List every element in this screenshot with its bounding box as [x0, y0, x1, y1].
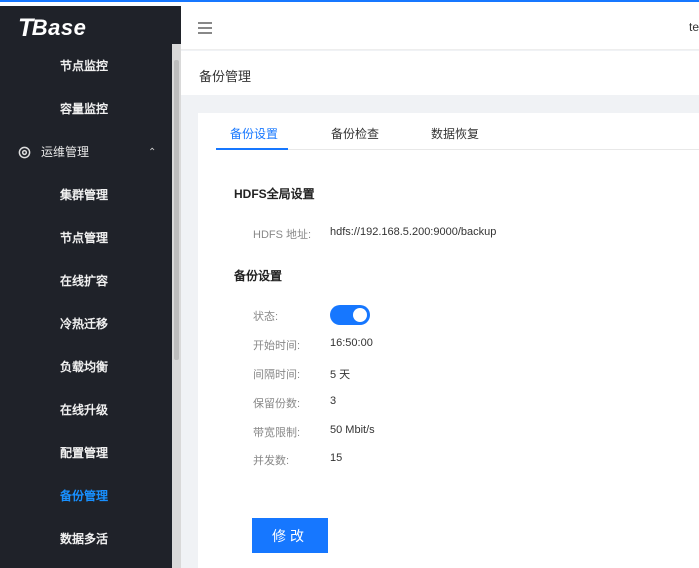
status-toggle[interactable]	[330, 305, 370, 325]
page-header: 备份管理	[181, 51, 699, 95]
backup-section-title: 备份设置	[234, 269, 283, 283]
sidebar-group-ops[interactable]: 运维管理 ⌃	[0, 131, 172, 174]
app-logo[interactable]: T Base	[0, 6, 181, 50]
sidebar-item-online-expand[interactable]: 在线扩容	[0, 260, 172, 303]
retain-value: 3	[330, 395, 337, 407]
sidebar: T Base 节点监控 容量监控 运维管理 ⌃ 集群管理 节点管理 在线扩容 冷…	[0, 6, 181, 568]
sidebar-item-config[interactable]: 配置管理	[0, 432, 172, 475]
tab-bar: 备份设置 备份检查 数据恢复	[216, 113, 699, 150]
sidebar-item-node[interactable]: 节点管理	[0, 217, 172, 260]
chevron-up-icon: ⌃	[148, 147, 157, 158]
tab-active-indicator	[216, 148, 288, 150]
gear-icon	[18, 146, 31, 159]
bandwidth-label: 带宽限制:	[253, 427, 301, 439]
tab-data-restore[interactable]: 数据恢复	[431, 125, 479, 142]
top-header: te	[181, 6, 699, 50]
sidebar-item-online-upgrade[interactable]: 在线升级	[0, 389, 172, 432]
interval-label: 间隔时间:	[253, 369, 301, 381]
sidebar-item-active-active[interactable]: 数据多活	[0, 518, 172, 561]
sidebar-scroll-thumb[interactable]	[174, 60, 179, 360]
hdfs-section-title: HDFS全局设置	[234, 187, 315, 201]
tab-backup-check[interactable]: 备份检查	[331, 125, 379, 142]
tab-backup-settings[interactable]: 备份设置	[230, 125, 278, 142]
page-title: 备份管理	[199, 69, 252, 84]
retain-label: 保留份数:	[253, 398, 301, 410]
content-card: 备份设置 备份检查 数据恢复 HDFS全局设置 HDFS 地址: hdfs://…	[198, 113, 699, 568]
toggle-knob	[353, 308, 367, 322]
status-label: 状态:	[253, 311, 279, 323]
top-accent-bar	[0, 0, 699, 6]
start-time-label: 开始时间:	[253, 340, 301, 352]
sidebar-menu: 节点监控 容量监控 运维管理 ⌃ 集群管理 节点管理 在线扩容 冷热迁移 负载均…	[0, 45, 172, 561]
sidebar-item-node-monitor[interactable]: 节点监控	[0, 45, 172, 88]
interval-value: 5 天	[330, 369, 351, 381]
sidebar-item-cluster[interactable]: 集群管理	[0, 174, 172, 217]
edit-button[interactable]: 修改	[252, 518, 328, 553]
sidebar-group-label: 运维管理	[41, 145, 90, 159]
concurrency-label: 并发数:	[253, 455, 290, 467]
logo-text: Base	[31, 15, 87, 40]
sidebar-item-load-balance[interactable]: 负载均衡	[0, 346, 172, 389]
user-name[interactable]: te	[689, 20, 699, 34]
sidebar-item-capacity-monitor[interactable]: 容量监控	[0, 88, 172, 131]
menu-toggle-icon[interactable]	[198, 22, 212, 34]
concurrency-value: 15	[330, 452, 343, 464]
hdfs-address-label: HDFS 地址:	[253, 229, 312, 241]
start-time-value: 16:50:00	[330, 337, 373, 349]
bandwidth-value: 50 Mbit/s	[330, 424, 375, 436]
sidebar-item-migration[interactable]: 冷热迁移	[0, 303, 172, 346]
hdfs-address-value: hdfs://192.168.5.200:9000/backup	[330, 226, 497, 238]
sidebar-item-backup[interactable]: 备份管理	[0, 475, 172, 518]
